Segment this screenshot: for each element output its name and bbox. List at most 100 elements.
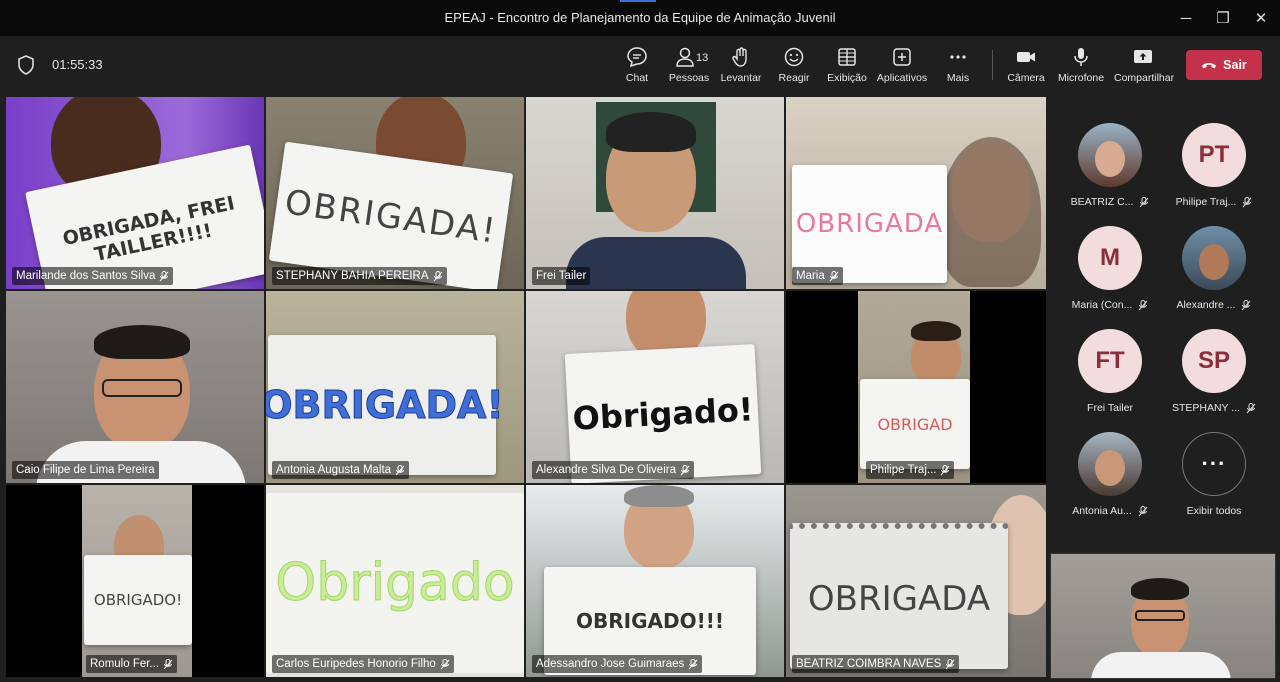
raise-hand-label: Levantar <box>720 72 762 84</box>
participant-name: Frei Tailer <box>536 270 587 282</box>
mic-off-icon <box>941 464 950 475</box>
mic-off-icon <box>395 464 405 475</box>
roster-item[interactable]: M Maria (Con... <box>1058 200 1162 311</box>
thank-you-sign: OBRIGADA <box>792 165 947 283</box>
self-view[interactable] <box>1050 553 1276 679</box>
thank-you-sign: Obrigado <box>266 493 524 673</box>
minimize-button[interactable]: ─ <box>1175 7 1197 29</box>
video-tile[interactable]: OBRIGADA! STEPHANY BAHIA PEREIRA <box>266 97 524 289</box>
mic-off-icon <box>1138 505 1148 516</box>
title-bar: EPEAJ - Encontro de Planejamento da Equi… <box>0 0 1280 36</box>
video-tile[interactable]: OBRIGADA BEATRIZ COIMBRA NAVES <box>786 485 1046 677</box>
roster-item[interactable]: Alexandre ... <box>1162 200 1266 311</box>
show-all-label: Exibir todos <box>1186 505 1242 517</box>
chat-button[interactable]: Chat <box>608 46 666 88</box>
participant-nameplate: Carlos Euripedes Honorio Filho <box>272 655 454 673</box>
share-label: Compartilhar <box>1114 72 1175 84</box>
apps-button[interactable]: Aplicativos <box>873 46 931 88</box>
mic-off-icon <box>680 464 690 475</box>
roster-name: Antonia Au... <box>1072 505 1132 517</box>
roster-item[interactable]: FT Frei Tailer <box>1058 303 1162 414</box>
hang-up-icon <box>1202 63 1217 69</box>
leave-label: Sair <box>1223 58 1247 72</box>
shield-icon[interactable] <box>17 55 35 75</box>
camera-icon <box>1017 52 1035 62</box>
video-tile[interactable]: OBRIGADA Maria <box>786 97 1046 289</box>
mic-off-icon <box>159 270 169 281</box>
participant-name: Carlos Euripedes Honorio Filho <box>276 658 436 670</box>
participant-name: BEATRIZ COIMBRA NAVES <box>796 658 942 670</box>
view-button[interactable]: Exibição <box>818 46 876 88</box>
mic-off-icon <box>688 658 698 669</box>
roster-item[interactable]: BEATRIZ C... <box>1058 97 1162 208</box>
camera-button[interactable]: Câmera <box>997 46 1055 88</box>
window-title: EPEAJ - Encontro de Planejamento da Equi… <box>444 10 836 25</box>
participant-glasses <box>1135 610 1185 621</box>
roster-name-row: Exibir todos <box>1162 505 1266 517</box>
mic-off-icon <box>163 658 173 669</box>
video-tile[interactable]: Frei Tailer <box>526 97 784 289</box>
video-tile[interactable]: OBRIGAD Philipe Traj... <box>786 291 1046 483</box>
video-tile[interactable]: Obrigado Carlos Euripedes Honorio Filho <box>266 485 524 677</box>
people-button[interactable]: 13 Pessoas <box>660 46 718 88</box>
meeting-toolbar: 01:55:33 Chat 13 Pessoas Levantar Reagir… <box>0 36 1280 94</box>
video-tile[interactable]: OBRIGADA! Antonia Augusta Malta <box>266 291 524 483</box>
participant-hair <box>911 321 961 341</box>
share-screen-icon <box>1134 50 1152 63</box>
share-button[interactable]: Compartilhar <box>1114 46 1175 88</box>
chat-label: Chat <box>625 72 649 84</box>
more-button[interactable]: Mais <box>929 46 987 88</box>
avatar: FT <box>1078 329 1142 393</box>
raise-hand-button[interactable]: Levantar <box>712 46 770 88</box>
mic-off-icon <box>440 658 450 669</box>
ellipsis-icon <box>950 55 966 59</box>
maximize-button[interactable]: ❐ <box>1212 7 1234 29</box>
more-label: Mais <box>946 72 970 84</box>
video-tile[interactable]: OBRIGADA, FREI TAILLER!!!! Marilande dos… <box>6 97 264 289</box>
video-tile[interactable]: OBRIGADO! Romulo Fer... <box>6 485 264 677</box>
avatar-face <box>1095 450 1125 486</box>
participant-name: Alexandre Silva De Oliveira <box>536 464 676 476</box>
toolbar-divider <box>992 50 993 80</box>
avatar <box>1078 432 1142 496</box>
participant-hair <box>606 112 696 152</box>
title-accent <box>620 0 656 2</box>
people-count: 13 <box>696 52 709 64</box>
participant-name: Caio Filipe de Lima Pereira <box>16 464 155 476</box>
roster-item[interactable]: Antonia Au... <box>1058 406 1162 517</box>
participant-name: Adessandro Jose Guimaraes <box>536 658 685 670</box>
meeting-timer: 01:55:33 <box>52 57 103 72</box>
video-tile[interactable]: Obrigado! Alexandre Silva De Oliveira <box>526 291 784 483</box>
participant-nameplate: STEPHANY BAHIA PEREIRA <box>272 267 447 285</box>
video-tile[interactable]: Caio Filipe de Lima Pereira <box>6 291 264 483</box>
video-tile[interactable]: OBRIGADO!!! Adessandro Jose Guimaraes <box>526 485 784 677</box>
participant-name: Maria <box>796 270 825 282</box>
participant-nameplate: Maria <box>792 267 843 285</box>
avatar-face <box>1199 244 1229 280</box>
roster-item[interactable]: PT Philipe Traj... <box>1162 97 1266 208</box>
participant-name: Marilande dos Santos Silva <box>16 270 156 282</box>
close-button[interactable]: ✕ <box>1250 7 1272 29</box>
participant-shirt <box>1091 652 1231 678</box>
participant-name: STEPHANY BAHIA PEREIRA <box>276 270 429 282</box>
participant-nameplate: BEATRIZ COIMBRA NAVES <box>792 655 960 673</box>
participant-nameplate: Romulo Fer... <box>86 655 178 673</box>
roster-item[interactable]: SP STEPHANY ... <box>1162 303 1266 414</box>
thank-you-sign: OBRIGADA! <box>266 335 504 475</box>
people-label: Pessoas <box>668 72 710 84</box>
participant-nameplate: Caio Filipe de Lima Pereira <box>12 461 159 479</box>
participant-name: Romulo Fer... <box>90 658 160 670</box>
participant-hair <box>624 485 694 507</box>
chat-icon <box>627 47 647 68</box>
show-all-button[interactable]: ··· Exibir todos <box>1162 406 1266 517</box>
react-button[interactable]: Reagir <box>765 46 823 88</box>
grid-icon <box>838 48 856 66</box>
participant-nameplate: Marilande dos Santos Silva <box>12 267 174 285</box>
plus-square-icon <box>893 48 911 66</box>
mic-off-icon <box>945 658 955 669</box>
participant-nameplate: Adessandro Jose Guimaraes <box>532 655 703 673</box>
microphone-button[interactable]: Microfone <box>1052 46 1110 88</box>
leave-button[interactable]: Sair <box>1186 50 1262 80</box>
avatar <box>1182 226 1246 290</box>
thank-you-sign: OBRIGADO! <box>84 555 192 645</box>
